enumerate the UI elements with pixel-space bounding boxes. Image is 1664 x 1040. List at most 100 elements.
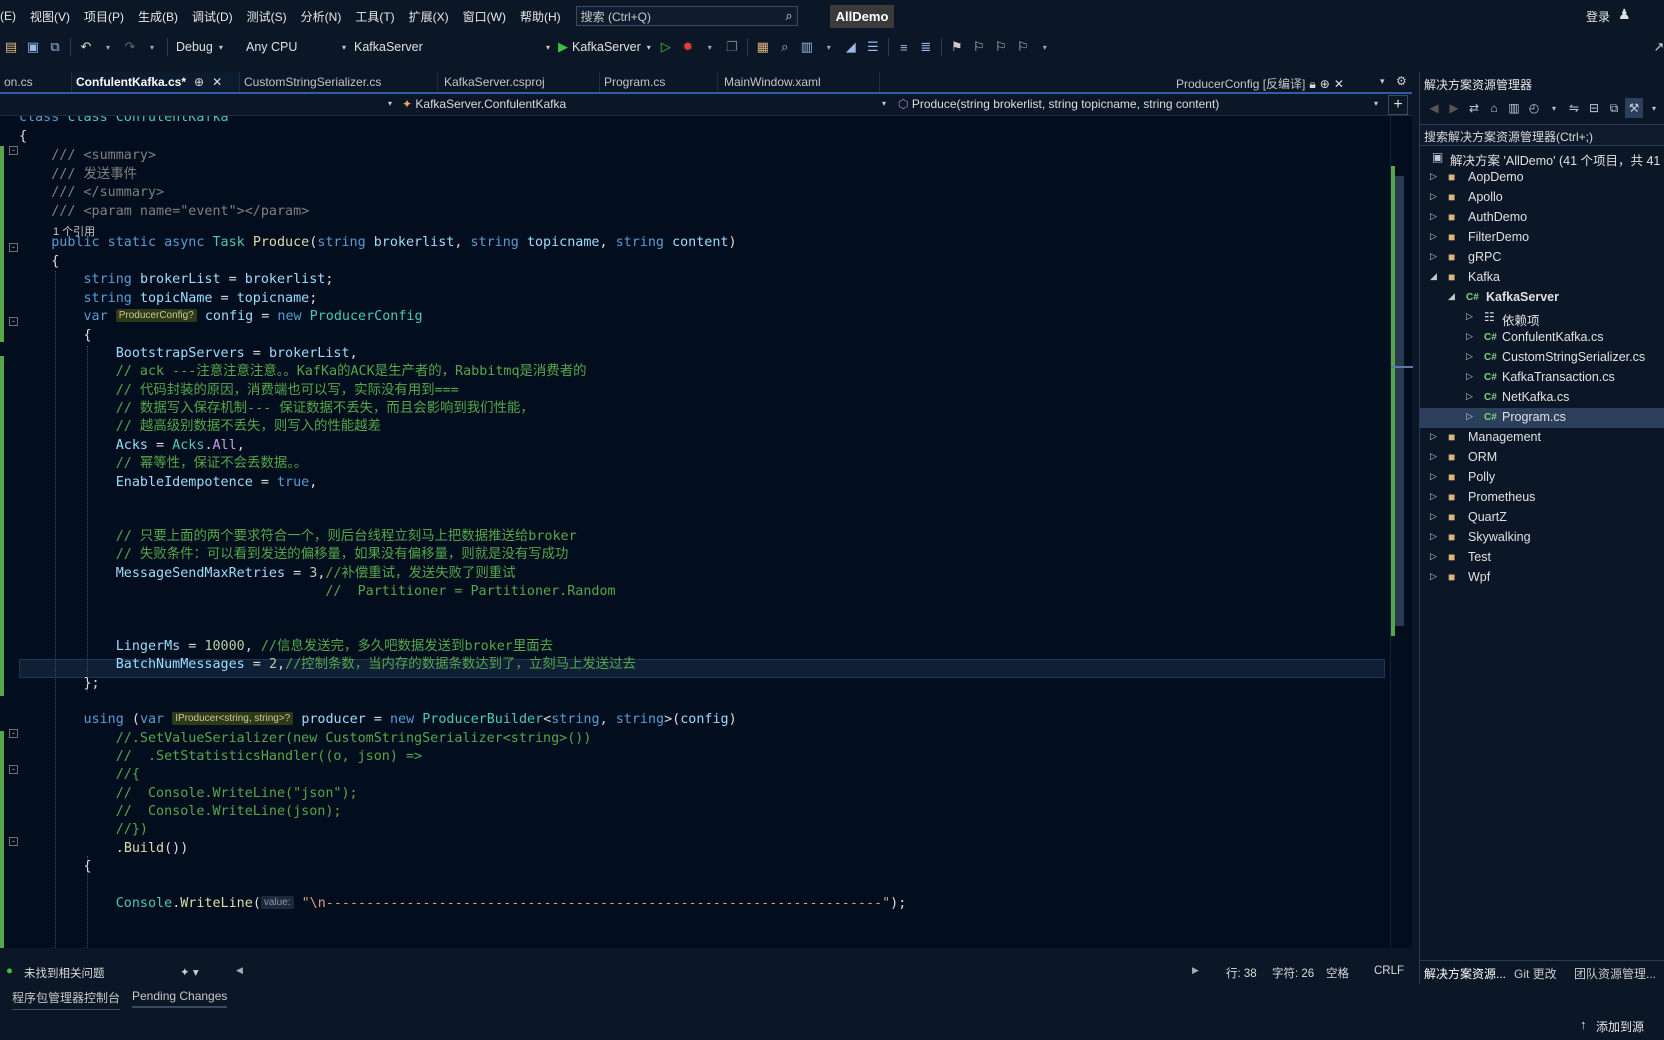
code-editor[interactable]: - - - - - - class class ConfulentKafka {…	[0, 116, 1390, 948]
tree-node-customstringserializer[interactable]: ▷ C# CustomStringSerializer.cs	[1420, 348, 1664, 368]
menu-extensions[interactable]: 扩展(X)	[402, 8, 456, 25]
chevron-down-icon[interactable]: ▾	[882, 99, 886, 108]
live-share-icon[interactable]: ↗	[1649, 37, 1664, 57]
expand-icon[interactable]: ▷	[1466, 351, 1473, 362]
tree-node-quartz[interactable]: ▷ ■ QuartZ	[1420, 508, 1664, 528]
startup-project-select[interactable]: KafkaServer ▾	[350, 36, 554, 58]
settings-icon[interactable]: ⚙	[1396, 74, 1407, 88]
expand-icon[interactable]: ▷	[1466, 371, 1473, 382]
collapse-icon[interactable]: -	[9, 765, 18, 774]
tab-confulentkafka[interactable]: ConfulentKafka.cs* ⊕ ✕	[72, 72, 240, 92]
scroll-right-icon[interactable]: ▶	[1192, 965, 1199, 976]
menu-analyze[interactable]: 分析(N)	[294, 8, 349, 25]
collapse-icon[interactable]: -	[9, 146, 18, 155]
tree-node-prometheus[interactable]: ▷ ■ Prometheus	[1420, 488, 1664, 508]
more-dropdown-icon[interactable]: ▾	[1645, 98, 1663, 118]
expand-icon[interactable]: ▷	[1430, 171, 1437, 182]
search-input[interactable]: 搜索 (Ctrl+Q) ⌕	[575, 6, 798, 26]
collapse-all-icon[interactable]: ⊟	[1585, 98, 1603, 118]
menu-build[interactable]: 生成(B)	[131, 8, 185, 25]
expand-icon[interactable]: ▷	[1430, 191, 1437, 202]
menu-window[interactable]: 窗口(W)	[456, 8, 513, 25]
menu-project[interactable]: 项目(P)	[77, 8, 131, 25]
menu-edit[interactable]: (E)	[0, 9, 23, 23]
collapse-icon[interactable]: -	[9, 243, 18, 252]
layout-icon[interactable]: ▥	[797, 37, 817, 57]
uncomment-icon[interactable]: ≣	[916, 37, 936, 57]
prev-bookmark-icon[interactable]: ⚐	[969, 37, 989, 57]
tab-producerconfig-decompiled[interactable]: ProducerConfig [反编译] 🔒︎ ⊕ ✕	[1172, 72, 1376, 92]
expand-icon[interactable]: ▷	[1430, 491, 1437, 502]
tree-node-wpf[interactable]: ▷ ■ Wpf	[1420, 568, 1664, 588]
menu-help[interactable]: 帮助(H)	[513, 8, 568, 25]
find-icon[interactable]: ⌕	[775, 37, 795, 57]
collapse-icon[interactable]: ◢	[1448, 291, 1455, 302]
switch-view-icon[interactable]: ▥	[1505, 98, 1523, 118]
expand-icon[interactable]: ▷	[1430, 431, 1437, 442]
tree-node-kafkaserver[interactable]: ◢ C# KafkaServer	[1420, 288, 1664, 308]
redo-icon[interactable]: ↷	[120, 37, 140, 57]
collapse-icon[interactable]: -	[9, 729, 18, 738]
scrollbar-thumb[interactable]	[1394, 176, 1404, 626]
forward-icon[interactable]: ▶	[1445, 98, 1463, 118]
menu-debug[interactable]: 调试(D)	[185, 8, 240, 25]
tree-node-confulentkafka[interactable]: ▷ C# ConfulentKafka.cs	[1420, 328, 1664, 348]
expand-icon[interactable]: ▷	[1430, 571, 1437, 582]
save-all-icon[interactable]: ⧉	[45, 37, 65, 57]
filter-dropdown-icon[interactable]: ▾	[1545, 98, 1563, 118]
next-bookmark-icon[interactable]: ⚐	[991, 37, 1011, 57]
project-scope-dropdown[interactable]: ▾	[388, 99, 392, 108]
tree-node-netkafka[interactable]: ▷ C# NetKafka.cs	[1420, 388, 1664, 408]
solution-icon[interactable]: ▦	[753, 37, 773, 57]
pin-icon[interactable]: ⊕	[1320, 77, 1330, 91]
tab-program-cs[interactable]: Program.cs	[600, 72, 718, 92]
hot-reload-dropdown-icon[interactable]: ▾	[700, 37, 720, 57]
format-icon[interactable]: ☰	[863, 37, 883, 57]
expand-icon[interactable]: ▷	[1430, 251, 1437, 262]
tab-customstringserializer[interactable]: CustomStringSerializer.cs	[240, 72, 438, 92]
add-to-source-control[interactable]: 添加到源	[1596, 1018, 1644, 1035]
expand-icon[interactable]: ▷	[1430, 511, 1437, 522]
layout-dropdown-icon[interactable]: ▾	[819, 37, 839, 57]
tab-pending-changes[interactable]: Pending Changes	[132, 989, 228, 1008]
line-indicator[interactable]: 行: 38	[1226, 965, 1257, 981]
sync-with-document-icon[interactable]: ⇋	[1565, 98, 1583, 118]
hot-reload-icon[interactable]: ✹	[678, 37, 698, 57]
pin-icon[interactable]: ⊕	[194, 75, 204, 89]
tab-git-changes[interactable]: Git 更改	[1514, 965, 1557, 982]
collapse-icon[interactable]: ◢	[1430, 271, 1437, 282]
bookmark-icon[interactable]: ⚑	[947, 37, 967, 57]
line-ending-indicator[interactable]: CRLF	[1374, 965, 1404, 977]
whitespace-indicator[interactable]: 空格	[1326, 965, 1349, 981]
toolbar-overflow-icon[interactable]: ▾	[1035, 37, 1055, 57]
tree-node-aopdemo[interactable]: ▷ ■ AopDemo	[1420, 168, 1664, 188]
tree-node-test[interactable]: ▷ ■ Test	[1420, 548, 1664, 568]
redo-dropdown-icon[interactable]: ▾	[142, 37, 162, 57]
account-icon[interactable]: ♟	[1618, 6, 1631, 23]
step-icon[interactable]: ◢	[841, 37, 861, 57]
properties-icon[interactable]: ⚒	[1625, 98, 1643, 118]
tree-node-kafka[interactable]: ◢ ■ Kafka	[1420, 268, 1664, 288]
save-icon[interactable]: ▣	[23, 37, 43, 57]
start-debugging-button[interactable]: ▶ KafkaServer ▾	[554, 36, 655, 58]
expand-icon[interactable]: ▷	[1466, 391, 1473, 402]
sync-icon[interactable]: ⇄	[1465, 98, 1483, 118]
collapse-icon[interactable]: -	[9, 837, 18, 846]
expand-icon[interactable]: ▷	[1430, 551, 1437, 562]
close-icon[interactable]: ✕	[212, 75, 222, 89]
expand-icon[interactable]: ▷	[1466, 411, 1473, 422]
tree-node-management[interactable]: ▷ ■ Management	[1420, 428, 1664, 448]
tree-node-kafkatransaction[interactable]: ▷ C# KafkaTransaction.cs	[1420, 368, 1664, 388]
start-without-debugging-icon[interactable]: ▷	[656, 37, 676, 57]
column-indicator[interactable]: 字符: 26	[1272, 965, 1314, 981]
tree-node-apollo[interactable]: ▷ ■ Apollo	[1420, 188, 1664, 208]
open-folder-icon[interactable]: ▤	[1, 37, 21, 57]
expand-icon[interactable]: ▷	[1466, 331, 1473, 342]
tree-node-skywalking[interactable]: ▷ ■ Skywalking	[1420, 528, 1664, 548]
pending-filter-icon[interactable]: ◴	[1525, 98, 1543, 118]
expand-icon[interactable]: ▷	[1466, 311, 1473, 322]
expand-icon[interactable]: ▷	[1430, 231, 1437, 242]
undo-icon[interactable]: ↶	[76, 37, 96, 57]
vertical-scrollbar[interactable]	[1390, 116, 1413, 948]
expand-icon[interactable]: ▷	[1430, 211, 1437, 222]
